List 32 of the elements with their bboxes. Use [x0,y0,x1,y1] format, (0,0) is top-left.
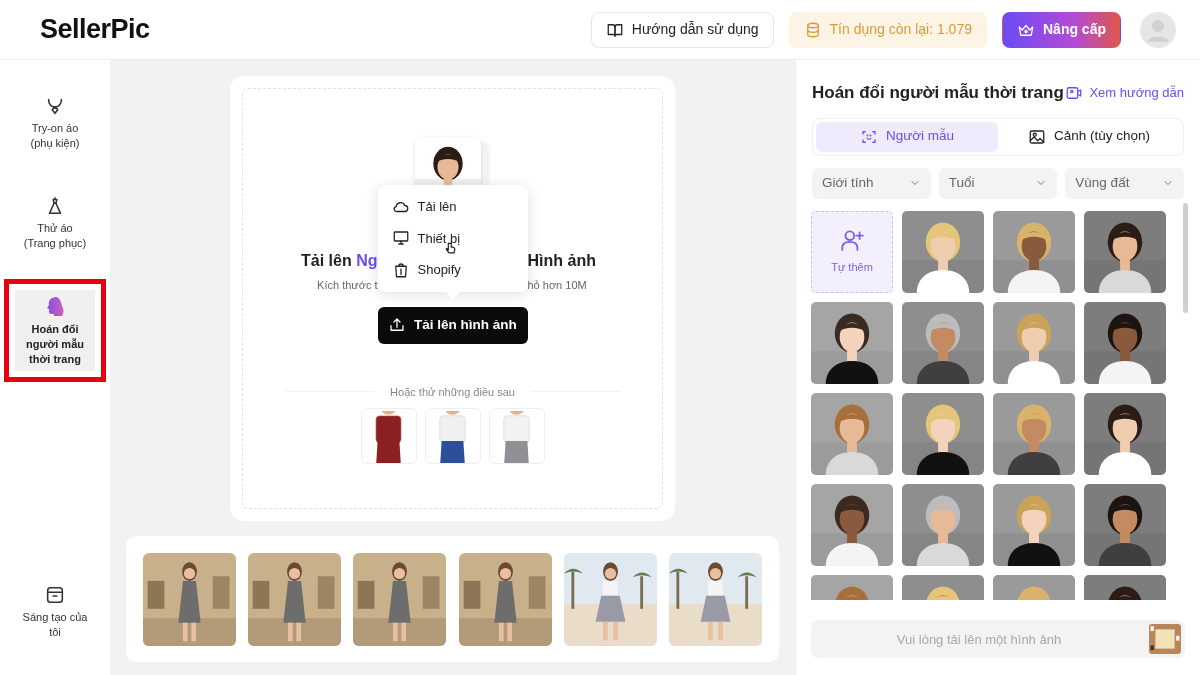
logo: SellerPic [40,13,150,47]
add-model-button[interactable]: Tự thêm [811,210,893,293]
filter-dropdown[interactable]: Giới tính [812,167,931,199]
sidebar-item[interactable]: Thử áo (Trang phục) [13,179,97,266]
sidebar-item[interactable]: Try-on áo (phụ kiện) [13,80,97,166]
sidebar-item[interactable]: Sáng tạo của tôi [13,569,97,655]
add-person-icon [839,227,865,254]
filter-dropdown[interactable]: Tuổi [938,167,1058,199]
upload-button[interactable]: Tải lên hình ảnh [377,306,528,344]
tab[interactable]: Người mẫu [816,121,998,152]
example-thumbnail[interactable] [488,408,545,464]
guide-link[interactable]: Xem hướng dẫn [1065,83,1184,103]
upload-icon [388,316,407,334]
menu-item[interactable]: Shopify [377,254,528,286]
upload-hint: Kích thước t [317,279,378,291]
menu-item[interactable]: Thiết bị [377,222,528,254]
scrollbar[interactable] [1183,202,1188,313]
upload-heading: Tải lên Ng [300,251,378,271]
example-thumbnail[interactable] [424,408,481,464]
filter-dropdown[interactable]: Vùng đất [1065,167,1184,199]
sidebar-item[interactable]: Hoán đổi người mẫu thời trang [4,279,106,382]
upload-hint: hỏ hơn 10M [527,279,587,291]
divider-label: Hoặc thử những điều sau [390,384,515,400]
tab[interactable]: Cảnh (tùy chọn) [998,121,1180,152]
upload-heading: Hình ảnh [527,252,596,269]
guide-button[interactable]: Hướng dẫn sử dụng [590,11,774,48]
upgrade-button[interactable]: Nâng cấp [1002,11,1121,48]
panel-title: Hoán đổi người mẫu thời trang [812,82,1064,104]
image-icon [1027,127,1046,146]
menu-item[interactable]: Tải lên [377,191,528,223]
monitor-icon [391,229,410,248]
example-thumbnail[interactable] [360,408,417,464]
